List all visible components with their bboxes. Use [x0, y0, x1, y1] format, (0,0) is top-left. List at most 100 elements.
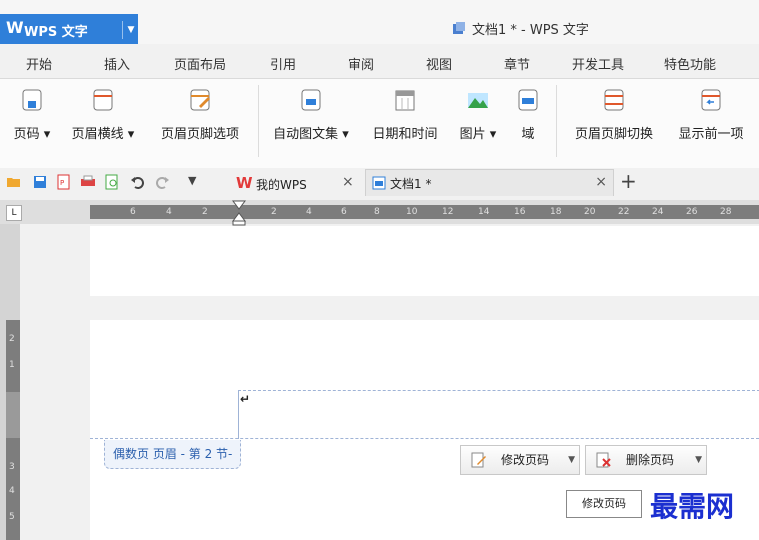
svg-text:P: P	[60, 179, 64, 187]
indent-marker-icon[interactable]	[232, 200, 246, 226]
ruler-number: 18	[550, 207, 562, 217]
ruler-number: 12	[442, 207, 454, 217]
open-folder-icon[interactable]	[6, 174, 22, 190]
header-footer-switch-icon	[604, 89, 624, 111]
watermark-logo: 最需网	[650, 490, 735, 523]
ruler-number: 4	[306, 207, 312, 217]
header-line-icon	[93, 89, 113, 111]
delete-page-number-icon	[596, 452, 611, 468]
chevron-down-icon: ▼	[568, 455, 575, 465]
picture-label: 图片 ▾	[459, 127, 497, 142]
document-icon	[372, 176, 386, 190]
ruler-number: 16	[514, 207, 526, 217]
modify-page-number-button[interactable]: 修改页码 ▼	[460, 445, 580, 475]
save-icon[interactable]	[32, 174, 48, 190]
document-icon	[453, 22, 465, 34]
picture-button[interactable]: 图片 ▾	[450, 79, 506, 159]
chevron-down-icon: ▼	[695, 455, 702, 465]
menu-tabs: 开始 插入 页面布局 引用 审阅 视图 章节 开发工具 特色功能	[0, 48, 759, 76]
header-footer-options-icon	[190, 89, 210, 111]
close-icon[interactable]: ×	[342, 174, 354, 190]
ruler-number: 28	[720, 207, 732, 217]
tab-special-features[interactable]: 特色功能	[664, 54, 716, 73]
ruler-number: 2	[271, 207, 277, 217]
field-button[interactable]: 域	[510, 79, 546, 159]
date-time-button[interactable]: 日期和时间	[366, 79, 444, 159]
auto-text-label: 自动图文集 ▾	[273, 127, 349, 142]
ruler-number: 4	[9, 486, 15, 496]
header-line-label: 页眉横线 ▾	[71, 127, 135, 142]
header-edit-area[interactable]	[238, 390, 759, 439]
window-title: 文档1 * - WPS 文字	[472, 23, 589, 38]
date-time-label: 日期和时间	[372, 127, 438, 142]
delete-page-number-button[interactable]: 删除页码 ▼	[585, 445, 707, 475]
ruler-number: 2	[202, 207, 208, 217]
ruler-number: 2	[9, 334, 15, 344]
tab-insert[interactable]: 插入	[104, 54, 130, 73]
ruler-number: 20	[584, 207, 596, 217]
redo-icon[interactable]	[154, 174, 170, 190]
ruler-number: 6	[341, 207, 347, 217]
ruler-number: 6	[130, 207, 136, 217]
auto-text-icon	[301, 89, 321, 111]
tab-review[interactable]: 审阅	[348, 54, 374, 73]
tab-my-wps-label: 我的WPS	[256, 178, 307, 192]
text-cursor: ↵	[240, 392, 251, 406]
wps-menu-button[interactable]: W WPS 文字 ▼	[0, 14, 138, 44]
auto-text-button[interactable]: 自动图文集 ▾	[262, 79, 360, 159]
show-previous-label: 显示前一项	[678, 127, 744, 142]
delete-page-number-label: 删除页码	[626, 453, 675, 467]
new-tab-icon[interactable]: +	[620, 169, 637, 193]
page-number-button[interactable]: 页码 ▾	[4, 79, 60, 159]
vertical-ruler-header-region	[6, 392, 20, 438]
tooltip: 修改页码	[566, 490, 642, 518]
page-previous[interactable]	[90, 226, 759, 296]
header-section-tag: 偶数页 页眉 - 第 2 节-	[104, 440, 242, 469]
ruler-number: 10	[406, 207, 418, 217]
tab-home[interactable]: 开始	[26, 54, 52, 73]
header-boundary-line	[90, 438, 759, 439]
ruler-number: 14	[478, 207, 490, 217]
header-footer-options-label: 页眉页脚选项	[160, 127, 239, 142]
customize-toolbar-icon[interactable]: ▼	[188, 174, 204, 190]
tab-developer[interactable]: 开发工具	[572, 54, 624, 73]
ruler-number: 26	[686, 207, 698, 217]
ruler-number: 1	[9, 360, 15, 370]
ribbon: 页码 ▾ 页眉横线 ▾ 页眉页脚选项 自动图文集 ▾ 日期和时间 图片 ▾ 域 …	[0, 78, 759, 170]
edit-page-number-icon	[471, 452, 486, 468]
show-previous-button[interactable]: 显示前一项	[668, 79, 754, 159]
chevron-down-icon[interactable]: ▼	[122, 21, 139, 39]
tab-chapter[interactable]: 章节	[504, 54, 530, 73]
tab-stop-selector[interactable]: L	[6, 205, 22, 221]
tab-page-layout[interactable]: 页面布局	[174, 54, 226, 73]
wps-logo-icon: W	[6, 18, 24, 37]
tab-view[interactable]: 视图	[426, 54, 452, 73]
ruler-number: 5	[9, 512, 15, 522]
field-icon	[518, 89, 538, 111]
close-icon[interactable]: ×	[595, 174, 607, 190]
header-line-button[interactable]: 页眉横线 ▾	[62, 79, 144, 159]
header-footer-options-button[interactable]: 页眉页脚选项	[150, 79, 250, 159]
print-icon[interactable]	[80, 174, 96, 190]
tab-document1[interactable]: 文档1 * ×	[365, 169, 614, 196]
field-label: 域	[521, 127, 535, 142]
ruler-margin-left: 6 4 2 2 4 6 8 10 12 14 16 18 20 22 24 26…	[90, 205, 759, 219]
page-number-label: 页码 ▾	[13, 127, 51, 142]
header-footer-switch-button[interactable]: 页眉页脚切换	[564, 79, 664, 159]
header-footer-switch-label: 页眉页脚切换	[574, 127, 653, 142]
ribbon-divider	[258, 85, 259, 157]
ruler-number: 3	[9, 462, 15, 472]
ribbon-divider	[556, 85, 557, 157]
print-preview-icon[interactable]	[104, 174, 120, 190]
ruler-number: 4	[166, 207, 172, 217]
undo-icon[interactable]	[130, 174, 146, 190]
ruler-number: 22	[618, 207, 630, 217]
modify-page-number-label: 修改页码	[501, 453, 550, 467]
wps-brand-icon: W	[236, 174, 253, 192]
page-number-icon	[22, 89, 42, 111]
tab-references[interactable]: 引用	[270, 54, 296, 73]
picture-icon	[468, 93, 488, 108]
export-pdf-icon[interactable]: P	[56, 174, 72, 190]
calendar-icon	[395, 90, 415, 111]
quick-access-bar: P ▼ W 我的WPS × 文档1 * × +	[0, 168, 759, 196]
